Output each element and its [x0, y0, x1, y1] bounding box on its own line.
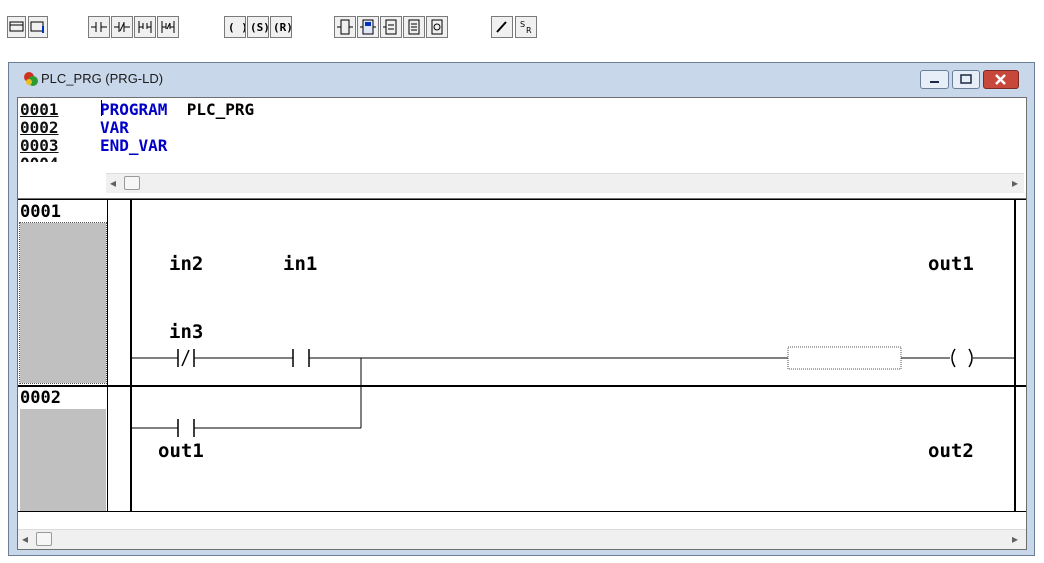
program-name: PLC_PRG	[186, 100, 255, 119]
function-block-2-icon[interactable]	[403, 16, 425, 38]
line-number: 0002	[20, 118, 59, 137]
minimize-button[interactable]	[920, 70, 949, 89]
window-title: PLC_PRG (PRG-LD)	[41, 71, 164, 86]
close-button[interactable]	[983, 70, 1019, 89]
maximize-button[interactable]	[952, 70, 980, 89]
pou-icon	[23, 71, 39, 92]
parallel-negated-contact-icon[interactable]	[157, 16, 179, 38]
svg-text:(S): (S)	[250, 21, 268, 34]
text-cursor	[101, 100, 102, 116]
declaration-line: 0001 PROGRAM PLC_PRG	[20, 100, 254, 119]
contact-variable[interactable]: out1	[158, 440, 204, 462]
reset-label: R	[526, 26, 532, 35]
toolbar: ( ) (S) (R) S R	[0, 0, 1044, 46]
scroll-left-icon[interactable]: ◂	[110, 176, 116, 190]
network-end-line	[18, 511, 1026, 512]
insert-network-after-icon[interactable]	[28, 16, 48, 38]
rung-1	[132, 346, 1014, 437]
svg-text:( ): ( )	[228, 21, 245, 34]
scroll-right-icon[interactable]: ▸	[1012, 176, 1018, 190]
editor-window: PLC_PRG (PRG-LD) 0001 PROGRAM PLC_PRG 000…	[8, 62, 1035, 556]
selection-box[interactable]	[787, 346, 902, 370]
line-number: 0003	[20, 136, 59, 155]
negated-contact-in2[interactable]	[177, 349, 195, 367]
set-reset-icon[interactable]: S R	[515, 16, 537, 38]
box-icon[interactable]	[334, 16, 356, 38]
scroll-left-icon[interactable]: ◂	[22, 532, 28, 546]
scroll-thumb[interactable]	[36, 532, 52, 546]
ladder-diagram	[132, 346, 1014, 437]
keyword: END_VAR	[100, 136, 168, 155]
scroll-right-icon[interactable]: ▸	[1012, 532, 1018, 546]
box-with-en-icon[interactable]	[357, 16, 379, 38]
declaration-line: 0002 VAR	[20, 118, 129, 137]
negated-contact-icon[interactable]	[111, 16, 133, 38]
line-number: 0001	[20, 100, 59, 119]
coil-out1[interactable]	[951, 348, 973, 368]
insert-network-before-icon[interactable]	[7, 16, 26, 38]
negate-icon[interactable]	[491, 16, 513, 38]
declaration-pane[interactable]: 0001 PROGRAM PLC_PRG 0002 VAR 0003 END_VAR …	[17, 97, 1027, 211]
contact-icon[interactable]	[88, 16, 110, 38]
line-number: 0004	[20, 154, 100, 162]
keyword: VAR	[100, 118, 129, 137]
svg-text:(R): (R)	[273, 21, 291, 34]
declaration-hscrollbar[interactable]: ◂ ▸	[106, 173, 1024, 193]
declaration-line: 0003 END_VAR	[20, 136, 167, 155]
ladder-pane[interactable]: 0001 0002 in2 in1 in3 out1 out1 out2 ◂ ▸	[17, 198, 1027, 550]
title-bar: PLC_PRG (PRG-LD)	[9, 63, 1034, 95]
parallel-contact-icon[interactable]	[134, 16, 156, 38]
set-coil-icon[interactable]: (S)	[247, 16, 269, 38]
ladder-hscrollbar[interactable]: ◂ ▸	[18, 529, 1026, 549]
set-label: S	[520, 20, 525, 29]
contact-in1[interactable]	[292, 349, 310, 367]
scroll-thumb[interactable]	[124, 176, 140, 190]
declaration-line-partial: 0004	[20, 154, 100, 162]
coil-variable[interactable]: out2	[928, 440, 974, 462]
keyword: PROGRAM	[100, 100, 168, 119]
contact-in3[interactable]	[177, 419, 195, 437]
coil-icon[interactable]: ( )	[224, 16, 246, 38]
reset-coil-icon[interactable]: (R)	[270, 16, 292, 38]
function-block-3-icon[interactable]	[426, 16, 448, 38]
function-block-icon[interactable]	[380, 16, 402, 38]
